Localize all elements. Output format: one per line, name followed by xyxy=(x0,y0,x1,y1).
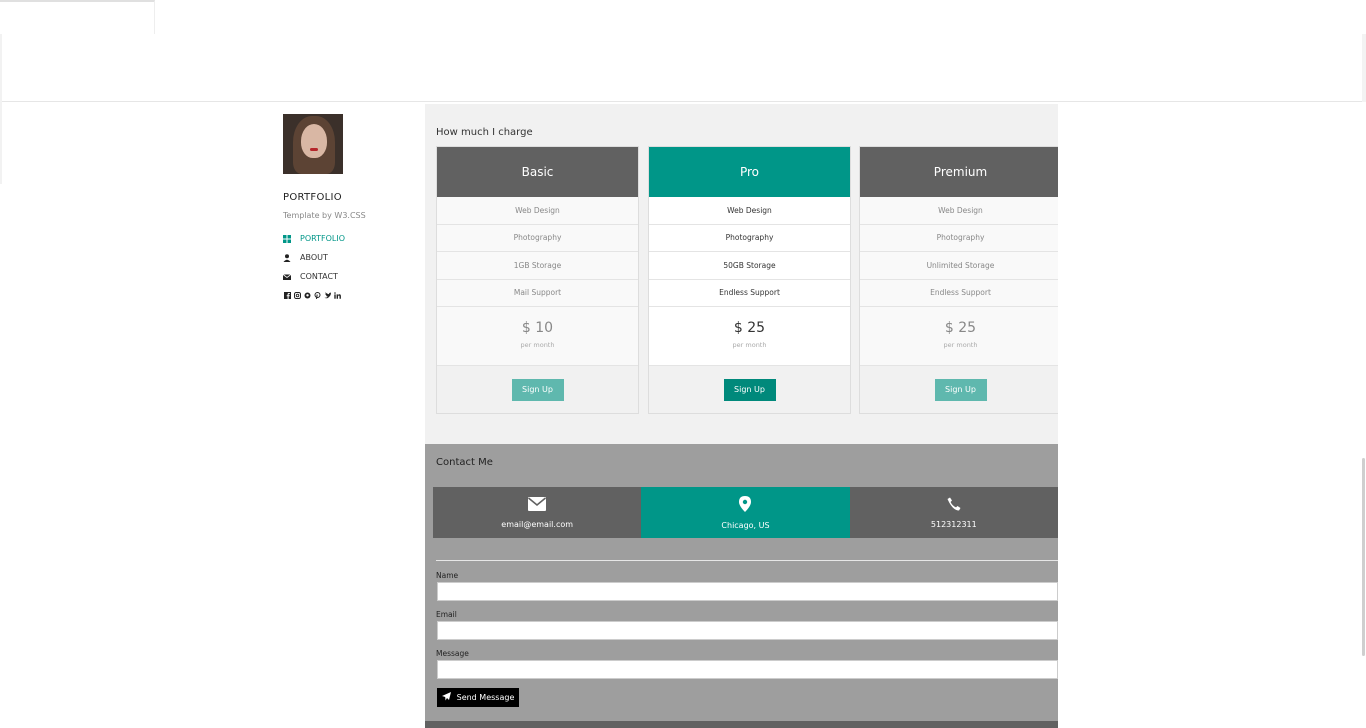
plan-price-box: $ 25 per month xyxy=(860,307,1058,366)
plan-name: Premium xyxy=(860,147,1058,197)
send-message-button[interactable]: Send Message xyxy=(437,688,519,707)
paper-plane-icon xyxy=(441,692,451,703)
email-label: Email xyxy=(436,610,457,619)
twitter-icon[interactable] xyxy=(323,292,331,301)
envelope-icon xyxy=(528,496,547,515)
contact-section: Contact Me email@email.com Chicago, US 5… xyxy=(425,444,1058,721)
send-message-label: Send Message xyxy=(456,693,515,702)
snapchat-icon[interactable] xyxy=(303,292,311,301)
plan-price-box: $ 25 per month xyxy=(649,307,850,366)
linkedin-icon[interactable] xyxy=(333,292,341,301)
sidebar-subtitle: Template by W3.CSS xyxy=(283,211,366,220)
phone-icon xyxy=(947,497,961,515)
plan-period: per month xyxy=(732,341,767,349)
plan-feature: Mail Support xyxy=(437,279,638,307)
pricing-card-premium: Premium Web Design Photography Unlimited… xyxy=(859,146,1058,414)
plan-name: Basic xyxy=(437,147,638,197)
envelope-icon xyxy=(283,273,291,281)
sidebar-item-label: CONTACT xyxy=(300,272,338,281)
plan-feature: Web Design xyxy=(649,197,850,225)
pricing-card-pro: Pro Web Design Photography 50GB Storage … xyxy=(648,146,851,414)
user-icon xyxy=(283,253,291,262)
grid-icon xyxy=(283,234,291,243)
plan-feature: 1GB Storage xyxy=(437,252,638,280)
plan-feature: Photography xyxy=(649,224,850,252)
instagram-icon[interactable] xyxy=(293,292,301,301)
contact-location-block: Chicago, US xyxy=(641,487,850,538)
sidebar-item-contact[interactable]: CONTACT xyxy=(283,267,413,286)
contact-title: Contact Me xyxy=(436,457,493,468)
plan-price: $ 25 xyxy=(733,320,766,336)
message-input[interactable] xyxy=(437,660,1058,679)
plan-feature: Unlimited Storage xyxy=(860,252,1058,280)
name-input[interactable] xyxy=(437,582,1058,601)
sidebar-item-about[interactable]: ABOUT xyxy=(283,248,413,267)
sidebar-item-label: ABOUT xyxy=(300,253,328,262)
contact-email: email@email.com xyxy=(501,519,574,529)
plan-name: Pro xyxy=(649,147,850,197)
plan-feature: Endless Support xyxy=(860,279,1058,307)
avatar xyxy=(283,114,343,174)
sidebar-title: PORTFOLIO xyxy=(283,192,342,203)
plan-feature: Web Design xyxy=(437,197,638,225)
top-bar xyxy=(0,0,1366,102)
contact-info-row: email@email.com Chicago, US 512312311 xyxy=(433,487,1058,538)
name-label: Name xyxy=(436,571,459,580)
contact-email-block: email@email.com xyxy=(433,487,642,538)
message-label: Message xyxy=(436,649,469,658)
pricing-card-basic: Basic Web Design Photography 1GB Storage… xyxy=(436,146,639,414)
plan-period: per month xyxy=(520,341,555,349)
email-input[interactable] xyxy=(437,621,1058,640)
contact-phone-block: 512312311 xyxy=(849,487,1058,538)
pricing-title: How much I charge xyxy=(436,127,533,138)
plan-feature: 50GB Storage xyxy=(649,252,850,280)
sidebar: PORTFOLIO Template by W3.CSS PORTFOLIO A… xyxy=(283,114,413,301)
sidebar-nav: PORTFOLIO ABOUT CONTACT xyxy=(283,229,413,286)
footer-strip xyxy=(425,721,1058,728)
top-right-edge xyxy=(1362,34,1366,102)
plan-price-box: $ 10 per month xyxy=(437,307,638,366)
facebook-icon[interactable] xyxy=(283,292,291,301)
pricing-section: How much I charge Basic Web Design Photo… xyxy=(425,104,1058,444)
plan-feature: Photography xyxy=(860,224,1058,252)
page-scrollbar[interactable] xyxy=(1362,458,1365,656)
plan-price: $ 10 xyxy=(521,320,554,336)
plan-price: $ 25 xyxy=(944,320,977,336)
contact-divider xyxy=(436,560,1058,561)
pinterest-icon[interactable] xyxy=(313,292,321,301)
contact-location: Chicago, US xyxy=(721,520,770,530)
left-edge xyxy=(0,34,2,184)
browser-tab-edge xyxy=(0,0,155,34)
plan-feature: Web Design xyxy=(860,197,1058,225)
social-links xyxy=(283,292,413,301)
sidebar-item-label: PORTFOLIO xyxy=(300,234,345,243)
map-marker-icon xyxy=(739,495,752,516)
plan-feature: Endless Support xyxy=(649,279,850,307)
signup-button-basic[interactable]: Sign Up xyxy=(511,378,564,401)
plan-period: per month xyxy=(943,341,978,349)
signup-button-premium[interactable]: Sign Up xyxy=(934,378,987,401)
plan-feature: Photography xyxy=(437,224,638,252)
contact-phone: 512312311 xyxy=(930,519,977,529)
signup-button-pro[interactable]: Sign Up xyxy=(723,378,776,401)
sidebar-item-portfolio[interactable]: PORTFOLIO xyxy=(283,229,413,248)
